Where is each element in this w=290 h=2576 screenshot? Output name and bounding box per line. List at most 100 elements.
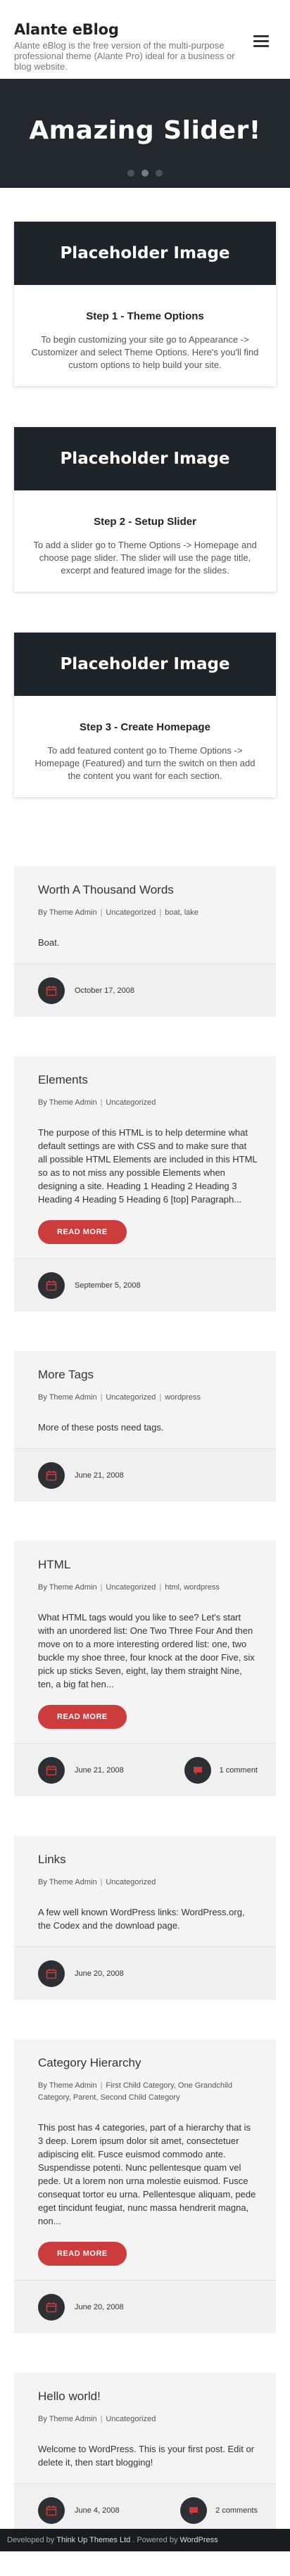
post-footer: September 5, 2008 [14,1258,276,1312]
comment-count[interactable]: 1 comment [220,1766,258,1775]
post-category[interactable]: Uncategorized [106,1878,156,1886]
post-footer: October 17, 2008 [14,963,276,1017]
feature-image[interactable]: Placeholder Image [14,633,276,696]
calendar-icon [38,1756,65,1784]
post-title[interactable]: Elements [38,1073,258,1087]
post-author[interactable]: By Theme Admin [38,1393,97,1402]
feature-card: Placeholder Image Step 3 - Create Homepa… [14,633,276,797]
post-date[interactable]: June 21, 2008 [75,1766,124,1775]
post-card: Worth A Thousand Words By Theme Admin | Unc… [14,866,276,1017]
meta-separator: | [159,1583,162,1592]
hero-slider: Amazing Slider! [0,79,290,188]
post-meta: By Theme Admin | Uncategorized | html, wordp… [38,1582,258,1594]
meta-separator: | [100,908,103,917]
calendar-icon [38,2496,65,2524]
site-logo[interactable]: Alante eBlog [14,21,276,38]
feature-image[interactable]: Placeholder Image [14,427,276,490]
calendar-icon [38,2293,65,2321]
feature-title[interactable]: Step 2 - Setup Slider [30,516,260,528]
post-author[interactable]: By Theme Admin [38,2415,97,2423]
post-footer: June 20, 2008 [14,1946,276,2000]
post-comments[interactable]: 1 comment [184,1756,258,1784]
post-tags[interactable]: wordpress [165,1393,201,1402]
post-meta: By Theme Admin | Uncategorized [38,1877,258,1889]
calendar-icon [38,1960,65,1987]
post-comments[interactable]: 2 comments [180,2496,258,2524]
calendar-icon [38,1271,65,1299]
post-date[interactable]: October 17, 2008 [75,986,134,995]
menu-bar [253,35,269,37]
post-meta: By Theme Admin | First Child Category, One… [38,2080,258,2104]
featured-section: Placeholder Image Step 1 - Theme Options… [0,188,290,845]
slider-dot[interactable] [127,170,134,177]
slider-dot[interactable] [156,170,163,177]
meta-separator: | [100,1878,103,1886]
post-body: HTML By Theme Admin | Uncategorized | html, w… [14,1541,276,1743]
post-date[interactable]: September 5, 2008 [75,1281,141,1290]
post-footer: June 21, 2008 1 comment [14,1743,276,1796]
post-category[interactable]: Uncategorized [106,1583,156,1592]
post-body: Elements By Theme Admin | Uncategorized The … [14,1056,276,1258]
post-date[interactable]: June 20, 2008 [75,1969,124,1978]
feature-title[interactable]: Step 1 - Theme Options [30,310,260,322]
post-title[interactable]: Links [38,1853,258,1867]
hamburger-menu-icon[interactable] [253,35,269,47]
post-body: Worth A Thousand Words By Theme Admin | Unc… [14,866,276,963]
read-more-button[interactable]: READ MORE [38,1220,127,1244]
site-header: Alante eBlog Alante eBlog is the free ve… [0,0,290,79]
post-body: Links By Theme Admin | Uncategorized A few w… [14,1836,276,1946]
post-title[interactable]: HTML [38,1558,258,1572]
slider-dot-active[interactable] [141,170,149,177]
footer-platform-link[interactable]: WordPress [179,2536,218,2544]
post-footer: June 21, 2008 [14,1448,276,1502]
post-author[interactable]: By Theme Admin [38,1098,97,1107]
post-card: More Tags By Theme Admin | Uncategorized | wo… [14,1351,276,1502]
post-card: Elements By Theme Admin | Uncategorized The … [14,1056,276,1312]
meta-separator: | [100,1583,103,1592]
post-tags[interactable]: html, wordpress [165,1583,220,1592]
feature-text: To add featured content go to Theme Opti… [34,745,256,781]
post-date[interactable]: June 4, 2008 [75,2506,120,2515]
post-body: Category Hierarchy By Theme Admin | First C… [14,2039,276,2280]
post-footer: June 20, 2008 [14,2280,276,2333]
feature-text: To begin customizing your site go to App… [31,334,259,370]
menu-bar [253,45,269,47]
feature-image[interactable]: Placeholder Image [14,222,276,285]
post-excerpt: A few well known WordPress links: WordPr… [38,1907,245,1931]
post-author[interactable]: By Theme Admin [38,1878,97,1886]
footer-middle: . Powered by [132,2536,178,2544]
post-author[interactable]: By Theme Admin [38,908,97,917]
feature-body: Step 3 - Create Homepage To add featured… [14,696,276,782]
read-more-button[interactable]: READ MORE [38,2242,127,2266]
post-title[interactable]: Category Hierarchy [38,2056,258,2070]
footer-developer-link[interactable]: Think Up Themes Ltd [56,2536,130,2544]
comment-bubble-icon [184,1756,211,1784]
post-date[interactable]: June 20, 2008 [75,2303,124,2311]
post-title[interactable]: More Tags [38,1368,258,1382]
post-excerpt: Welcome to WordPress. This is your first… [38,2444,255,2468]
post-tags[interactable]: boat, lake [165,908,198,917]
post-card: Links By Theme Admin | Uncategorized A few w… [14,1836,276,2000]
footer-prefix: Developed by [7,2536,55,2544]
post-card: Category Hierarchy By Theme Admin | First C… [14,2039,276,2333]
post-meta: By Theme Admin | Uncategorized [38,2413,258,2425]
post-card: HTML By Theme Admin | Uncategorized | html, w… [14,1541,276,1796]
post-category[interactable]: Uncategorized [106,2415,156,2423]
post-author[interactable]: By Theme Admin [38,1583,97,1592]
post-category[interactable]: Uncategorized [106,1393,156,1402]
feature-text: To add a slider go to Theme Options -> H… [33,540,257,576]
post-author[interactable]: By Theme Admin [38,2081,97,2090]
post-category[interactable]: Uncategorized [106,1098,156,1107]
menu-bar [253,40,269,42]
comment-count[interactable]: 2 comments [215,2506,258,2515]
post-meta: By Theme Admin | Uncategorized | wordpress [38,1392,258,1404]
post-meta: By Theme Admin | Uncategorized | boat, lake [38,907,258,919]
post-body: More Tags By Theme Admin | Uncategorized | wo… [14,1351,276,1448]
post-category[interactable]: Uncategorized [106,908,156,917]
feature-title[interactable]: Step 3 - Create Homepage [30,721,260,733]
site-footer: Developed by Think Up Themes Ltd . Power… [0,2529,290,2551]
post-date[interactable]: June 21, 2008 [75,1471,124,1480]
read-more-button[interactable]: READ MORE [38,1705,127,1729]
post-title[interactable]: Hello world! [38,2390,258,2404]
post-title[interactable]: Worth A Thousand Words [38,883,258,897]
